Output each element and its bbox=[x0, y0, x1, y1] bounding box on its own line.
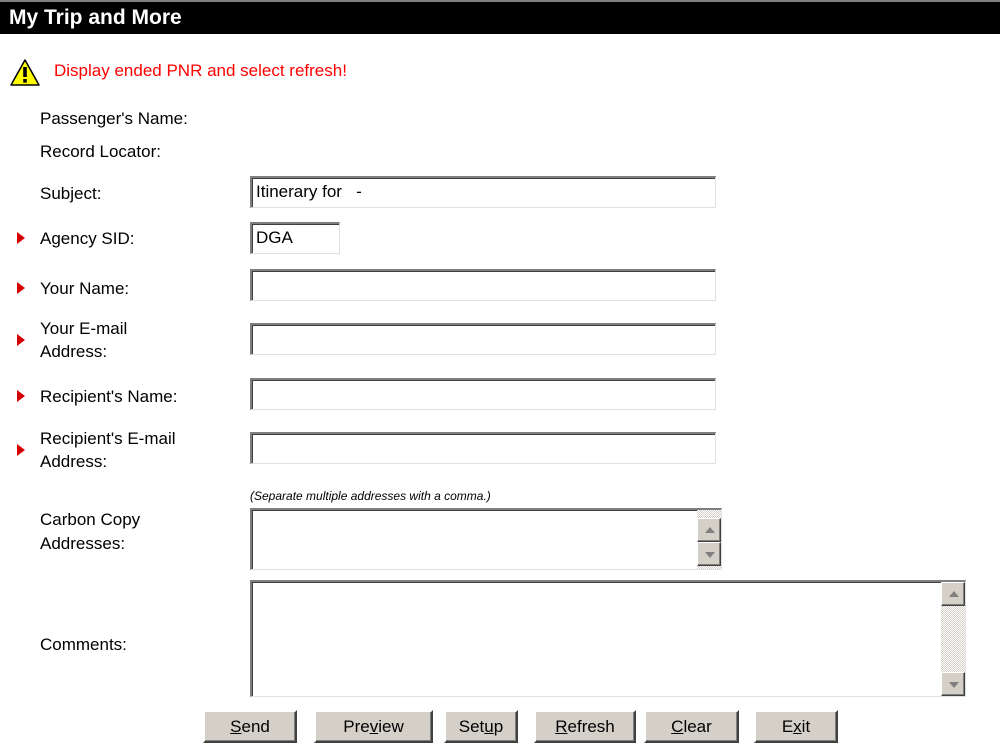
clear-button[interactable]: Clear bbox=[644, 710, 739, 743]
comments-label: Comments: bbox=[40, 635, 127, 654]
title-bar: My Trip and More bbox=[0, 0, 1000, 34]
recipient-email-input[interactable] bbox=[250, 432, 716, 464]
arrow-down-icon bbox=[949, 682, 959, 688]
recipient-name-input[interactable] bbox=[250, 378, 716, 410]
your-name-label: Your Name: bbox=[40, 279, 130, 298]
exit-button[interactable]: Exit bbox=[754, 710, 838, 743]
cc-hint: (Separate multiple addresses with a comm… bbox=[250, 489, 491, 503]
comments-scrollbar[interactable] bbox=[941, 582, 965, 696]
required-marker-icon bbox=[17, 444, 25, 456]
setup-button[interactable]: Setup bbox=[444, 710, 518, 743]
required-marker-icon bbox=[17, 390, 25, 402]
cc-scrollbar[interactable] bbox=[697, 510, 721, 569]
your-email-label-line1: Your E-mail bbox=[40, 319, 128, 338]
agency-sid-input[interactable]: DGA bbox=[250, 222, 340, 254]
agency-sid-label: Agency SID: bbox=[40, 229, 135, 248]
recipient-email-label-line2: Address: bbox=[40, 452, 108, 471]
scroll-up-button[interactable] bbox=[697, 518, 721, 542]
scroll-down-button[interactable] bbox=[941, 672, 965, 696]
button-mnemonic: C bbox=[671, 717, 684, 736]
scroll-up-button[interactable] bbox=[941, 582, 965, 606]
passenger-name-label: Passenger's Name: bbox=[40, 109, 188, 128]
button-mnemonic: S bbox=[230, 717, 242, 736]
warning-icon bbox=[10, 59, 40, 86]
arrow-down-icon bbox=[705, 552, 715, 558]
send-button[interactable]: Send bbox=[203, 710, 297, 743]
scroll-down-button[interactable] bbox=[697, 542, 721, 566]
arrow-up-icon bbox=[705, 527, 715, 533]
required-marker-icon bbox=[17, 232, 25, 244]
arrow-up-icon bbox=[949, 591, 959, 597]
recipient-email-label-line1: Recipient's E-mail bbox=[40, 429, 176, 448]
subject-input[interactable]: Itinerary for - bbox=[250, 176, 716, 208]
cc-label-line2: Addresses: bbox=[40, 534, 126, 553]
required-marker-icon bbox=[17, 334, 25, 346]
button-mnemonic: x bbox=[793, 717, 802, 736]
window-title: My Trip and More bbox=[9, 6, 182, 29]
button-mnemonic: R bbox=[555, 717, 568, 736]
your-name-input[interactable] bbox=[250, 269, 716, 301]
cc-addresses-textarea[interactable] bbox=[250, 508, 722, 570]
recipient-name-label: Recipient's Name: bbox=[40, 387, 178, 406]
warning-message: Display ended PNR and select refresh! bbox=[54, 61, 347, 80]
refresh-button[interactable]: Refresh bbox=[534, 710, 636, 743]
comments-textarea[interactable] bbox=[250, 580, 966, 697]
your-email-input[interactable] bbox=[250, 323, 716, 355]
required-marker-icon bbox=[17, 282, 25, 294]
your-email-label-line2: Address: bbox=[40, 342, 108, 361]
cc-label-line1: Carbon Copy bbox=[40, 510, 141, 529]
record-locator-label: Record Locator: bbox=[40, 142, 161, 161]
subject-label: Subject: bbox=[40, 184, 102, 203]
button-mnemonic: u bbox=[484, 717, 494, 736]
preview-button[interactable]: Preview bbox=[314, 710, 433, 743]
button-mnemonic: v bbox=[369, 717, 379, 736]
